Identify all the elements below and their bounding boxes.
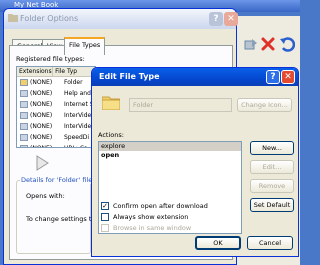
row-extension: (NONE): [30, 79, 53, 86]
file-type-icon: [20, 123, 28, 130]
close-icon: ✕: [227, 14, 235, 24]
file-type-icon: [20, 112, 28, 119]
row-file-type: InterVide: [64, 112, 92, 119]
set-default-button[interactable]: Set Default: [250, 198, 294, 212]
change-settings-text: To change settings tha: [26, 215, 100, 223]
close-button[interactable]: ✕: [281, 70, 295, 84]
edit-file-type-title-bar: Edit File Type ? ✕: [92, 68, 298, 86]
action-item-open[interactable]: open: [99, 151, 241, 160]
folder-options-title: Folder Options: [20, 14, 79, 23]
table-row[interactable]: (NONE)URL: Ca: [17, 143, 95, 147]
row-file-type: InterVide: [64, 123, 92, 130]
row-file-type: SpeedDi: [64, 134, 90, 141]
file-type-icon: [20, 101, 28, 108]
edit-file-type-dialog: Edit File Type ? ✕ Folder Change Icon...…: [91, 67, 299, 257]
row-extension: (NONE): [30, 90, 53, 97]
help-button[interactable]: ?: [209, 12, 223, 26]
folder-icon: [101, 95, 121, 112]
play-arrow-icon: [35, 155, 49, 173]
always-show-extension-checkbox[interactable]: [101, 213, 109, 221]
browse-same-window-checkbox: [101, 224, 109, 232]
new-action-button[interactable]: New...: [250, 141, 294, 155]
remove-action-button: Remove: [250, 179, 294, 193]
column-header-extensions[interactable]: Extensions: [17, 67, 54, 76]
table-row[interactable]: (NONE) InterVide: [17, 121, 95, 132]
row-file-type: Folder: [64, 79, 83, 86]
registered-file-types-label: Registered file types:: [16, 55, 85, 63]
opens-with-label: Opens with:: [26, 192, 65, 200]
confirm-open-checkbox[interactable]: ✓: [101, 202, 109, 210]
tab-file-types[interactable]: File Types: [64, 37, 106, 55]
actions-label: Actions:: [98, 131, 124, 139]
table-row[interactable]: (NONE) Folder: [17, 77, 95, 88]
file-type-icon: [20, 145, 28, 147]
close-icon: ✕: [284, 72, 292, 82]
row-extension: (NONE): [30, 101, 53, 108]
ok-button[interactable]: OK: [195, 236, 241, 250]
help-button[interactable]: ?: [266, 70, 280, 84]
action-item-explore[interactable]: explore: [99, 142, 241, 151]
table-row[interactable]: (NONE) InterVide: [17, 110, 95, 121]
move-to-icon[interactable]: [243, 36, 259, 56]
edit-action-button: Edit...: [250, 160, 294, 174]
table-row[interactable]: (NONE) Internet S: [17, 99, 95, 110]
browse-same-window-label: Browse in same window: [113, 224, 192, 232]
file-type-name-field: Folder: [129, 98, 232, 112]
edit-file-type-title: Edit File Type: [99, 72, 160, 81]
row-extension: (NONE): [30, 134, 53, 141]
column-header-file-type[interactable]: File Typ: [53, 67, 95, 76]
row-file-type: URL: Ca: [64, 145, 88, 147]
row-extension: (NONE): [30, 112, 53, 119]
row-extension: (NONE): [30, 145, 64, 147]
change-icon-button: Change Icon...: [237, 98, 292, 112]
row-file-type: Help and: [64, 90, 91, 97]
file-type-icon: [20, 134, 28, 141]
file-type-icon: [20, 79, 28, 86]
always-show-extension-label: Always show extension: [113, 213, 189, 221]
cancel-button[interactable]: Cancel: [247, 236, 293, 250]
file-types-list[interactable]: Extensions File Typ (NONE) Folder (NONE) He…: [16, 66, 96, 148]
folder-options-title-bar: Folder Options ? ✕: [4, 9, 238, 29]
folder-options-icon: [8, 13, 18, 24]
list-header: Extensions File Typ: [17, 67, 95, 77]
table-row[interactable]: (NONE) Help and: [17, 88, 95, 99]
confirm-open-label: Confirm open after download: [113, 202, 208, 210]
details-label: Details for 'Folder' file ty: [20, 176, 102, 184]
row-extension: (NONE): [30, 123, 53, 130]
table-row[interactable]: (NONE) SpeedDi: [17, 132, 95, 143]
row-file-type: Internet S: [64, 101, 94, 108]
checkmark-icon: ✓: [102, 202, 108, 210]
delete-icon[interactable]: [260, 36, 276, 56]
file-type-icon: [20, 90, 28, 97]
undo-icon[interactable]: [279, 36, 296, 56]
close-button[interactable]: ✕: [224, 12, 238, 26]
